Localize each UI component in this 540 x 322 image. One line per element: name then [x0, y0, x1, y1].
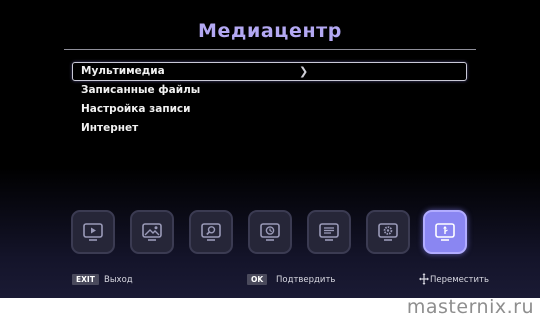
tile-timer[interactable]: [248, 210, 292, 254]
tv-screen: Медиацентр Мультимедиа ❯ Записанные файл…: [0, 0, 540, 298]
video-icon: [83, 223, 103, 241]
menu-item-label: Записанные файлы: [81, 84, 201, 96]
menu-item-internet[interactable]: Интернет: [72, 119, 467, 138]
exit-label: Выход: [104, 275, 133, 285]
menu-item-recorded-files[interactable]: Записанные файлы: [72, 81, 467, 100]
main-menu: Мультимедиа ❯ Записанные файлы Настройка…: [72, 62, 467, 138]
menu-item-recording-settings[interactable]: Настройка записи: [72, 100, 467, 119]
watermark: masternix.ru: [406, 296, 534, 318]
chevron-right-icon: ❯: [299, 65, 309, 78]
menu-item-label: Настройка записи: [81, 103, 191, 115]
photo-icon: [142, 223, 162, 241]
tile-list[interactable]: [307, 210, 351, 254]
search-icon: [201, 223, 221, 241]
title-divider: [64, 49, 476, 50]
menu-item-label: Интернет: [81, 122, 139, 134]
tile-video[interactable]: [71, 210, 115, 254]
menu-item-multimedia[interactable]: Мультимедиа ❯: [72, 62, 467, 81]
tile-search[interactable]: [189, 210, 233, 254]
tile-photo[interactable]: [130, 210, 174, 254]
usb-icon: [435, 223, 455, 241]
menu-item-label: Мультимедиа: [81, 65, 165, 77]
tile-settings[interactable]: [366, 210, 410, 254]
settings-icon: [378, 223, 398, 241]
page-title: Медиацентр: [198, 20, 342, 42]
exit-key-badge[interactable]: EXIT: [72, 274, 99, 285]
list-icon: [319, 223, 339, 241]
ok-label: Подтвердить: [276, 275, 336, 285]
footer-hints: EXIT Выход OK Подтвердить Переместить: [0, 272, 540, 288]
icon-bar: [71, 210, 469, 254]
move-arrows-icon: [419, 273, 429, 285]
ok-key-badge[interactable]: OK: [247, 274, 268, 285]
move-label: Переместить: [430, 275, 489, 285]
tile-usb[interactable]: [423, 210, 467, 254]
timer-icon: [260, 223, 280, 241]
